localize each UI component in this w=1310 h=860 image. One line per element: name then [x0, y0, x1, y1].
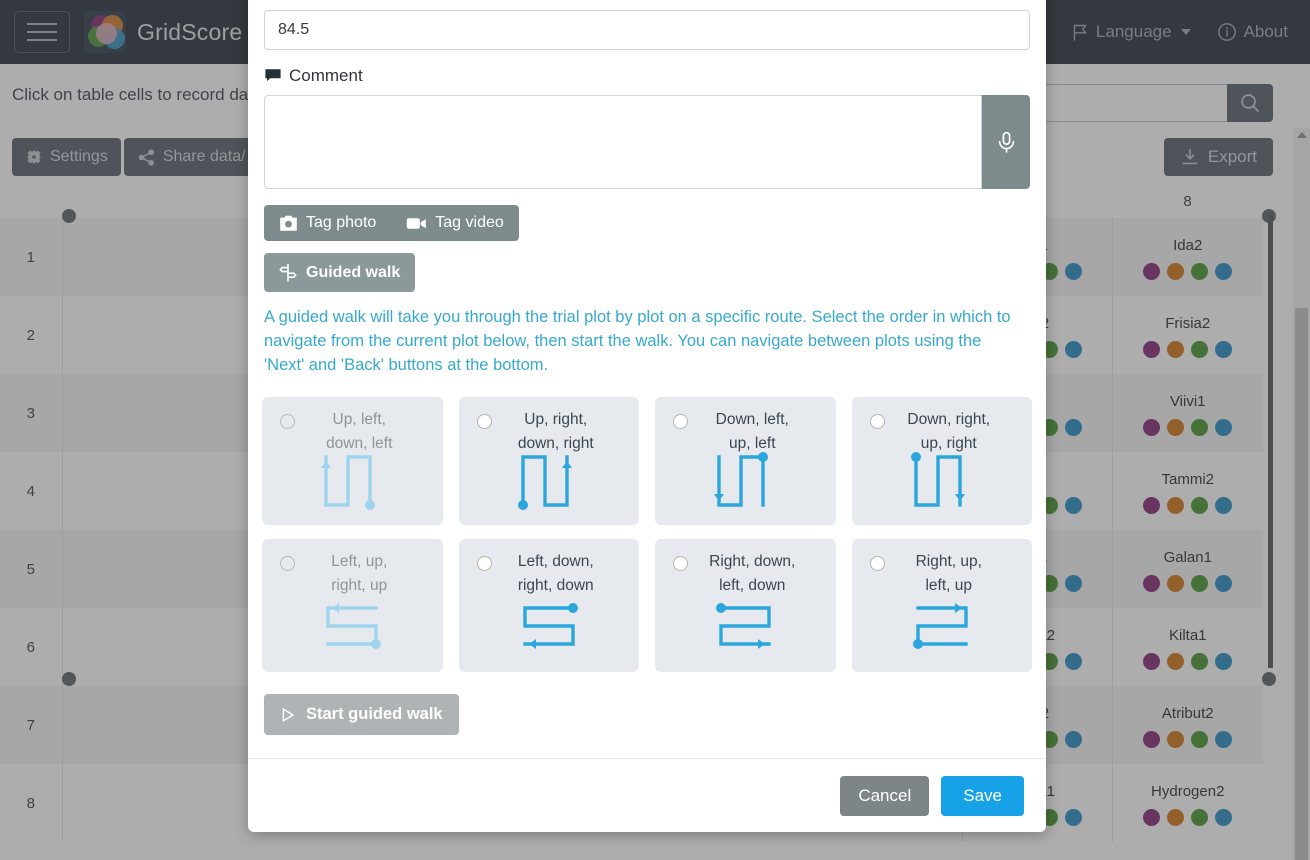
walk-option-radio[interactable] — [476, 556, 492, 571]
trait-value-input[interactable] — [264, 10, 1030, 50]
tag-media-group: Tag photo Tag video — [264, 205, 519, 241]
route-right-up-icon — [852, 594, 1033, 660]
walk-option-label-line1: Left, up, — [331, 553, 388, 570]
walk-option-card[interactable]: Down, right, up, right — [851, 397, 1033, 525]
walk-option-card[interactable]: Up, right, down, right — [458, 397, 640, 525]
walk-option-label: Right, up, left, up — [862, 550, 1023, 598]
walk-option-label-line2: left, up — [925, 577, 973, 594]
walk-option-label-line2: right, up — [331, 577, 388, 594]
start-guided-walk-button[interactable]: Start guided walk — [264, 694, 459, 735]
walk-option-radio[interactable] — [869, 414, 885, 429]
route-down-left-icon — [655, 447, 836, 513]
microphone-icon — [998, 131, 1014, 153]
walk-option-label-line2: right, down — [517, 577, 594, 594]
walk-option-label: Left, up, right, up — [272, 550, 433, 598]
walk-option-label-line1: Up, right, — [524, 411, 588, 428]
video-icon — [407, 217, 427, 229]
guided-walk-toggle-button[interactable]: Guided walk — [264, 253, 416, 292]
walk-option-radio[interactable] — [869, 556, 885, 571]
walk-option-label-line1: Down, right, — [907, 411, 991, 428]
route-up-left-icon — [262, 447, 443, 513]
route-up-right-icon — [459, 447, 640, 513]
walk-option-label-line2: left, down — [719, 577, 786, 594]
walk-option-card[interactable]: Left, down, right, down — [458, 539, 640, 672]
data-entry-modal: Comment Tag photo — [248, 0, 1046, 832]
walk-option-radio[interactable] — [673, 556, 688, 571]
walk-option-card[interactable]: Left, up, right, up — [262, 539, 443, 672]
walk-option-card[interactable]: Up, left, down, left — [262, 397, 443, 525]
walk-option-label-line1: Left, down, — [517, 553, 594, 570]
modal-body: Comment Tag photo — [248, 0, 1046, 758]
signpost-icon — [279, 263, 297, 282]
walk-option-card[interactable]: Right, down, left, down — [655, 539, 836, 672]
start-guided-walk-label: Start guided walk — [306, 705, 443, 723]
comment-icon — [265, 69, 281, 82]
walk-option-label: Left, down, right, down — [469, 550, 630, 598]
modal-footer: Cancel Save — [248, 758, 1046, 832]
walk-option-label: Right, down, left, down — [665, 550, 826, 598]
walk-option-radio[interactable] — [673, 414, 688, 429]
walk-option-card[interactable]: Down, left, up, left — [655, 397, 836, 525]
tag-video-button[interactable]: Tag video — [391, 205, 519, 241]
route-right-down-icon — [655, 594, 836, 660]
guided-walk-options: Up, left, down, left Up, right, down, righ… — [262, 397, 1032, 672]
walk-option-label-line1: Right, up, — [915, 553, 982, 570]
play-icon — [282, 707, 295, 722]
walk-option-label-line1: Right, down, — [709, 553, 796, 570]
walk-option-card[interactable]: Right, up, left, up — [851, 539, 1033, 672]
guided-walk-toggle-label: Guided walk — [306, 263, 401, 281]
tag-video-label: Tag video — [435, 214, 504, 231]
comment-row — [264, 95, 1030, 189]
walk-option-radio[interactable] — [476, 414, 492, 429]
comment-textarea[interactable] — [264, 95, 982, 189]
comment-label: Comment — [264, 66, 363, 86]
route-left-down-icon — [459, 594, 640, 660]
guided-walk-description: A guided walk will take you through the … — [264, 308, 1011, 374]
voice-input-button[interactable] — [982, 95, 1030, 189]
route-down-right-icon — [852, 447, 1033, 513]
walk-option-radio[interactable] — [280, 556, 295, 571]
walk-option-label-line1: Up, left, — [332, 411, 386, 428]
walk-option-radio[interactable] — [280, 414, 295, 429]
save-button[interactable]: Save — [941, 775, 1024, 816]
cancel-button[interactable]: Cancel — [840, 775, 930, 816]
tag-photo-label: Tag photo — [306, 214, 377, 231]
comment-label-text: Comment — [289, 66, 363, 85]
camera-icon — [280, 215, 297, 231]
route-left-up-icon — [262, 594, 443, 660]
tag-photo-button[interactable]: Tag photo — [264, 205, 391, 241]
walk-option-label-line1: Down, left, — [715, 411, 789, 428]
